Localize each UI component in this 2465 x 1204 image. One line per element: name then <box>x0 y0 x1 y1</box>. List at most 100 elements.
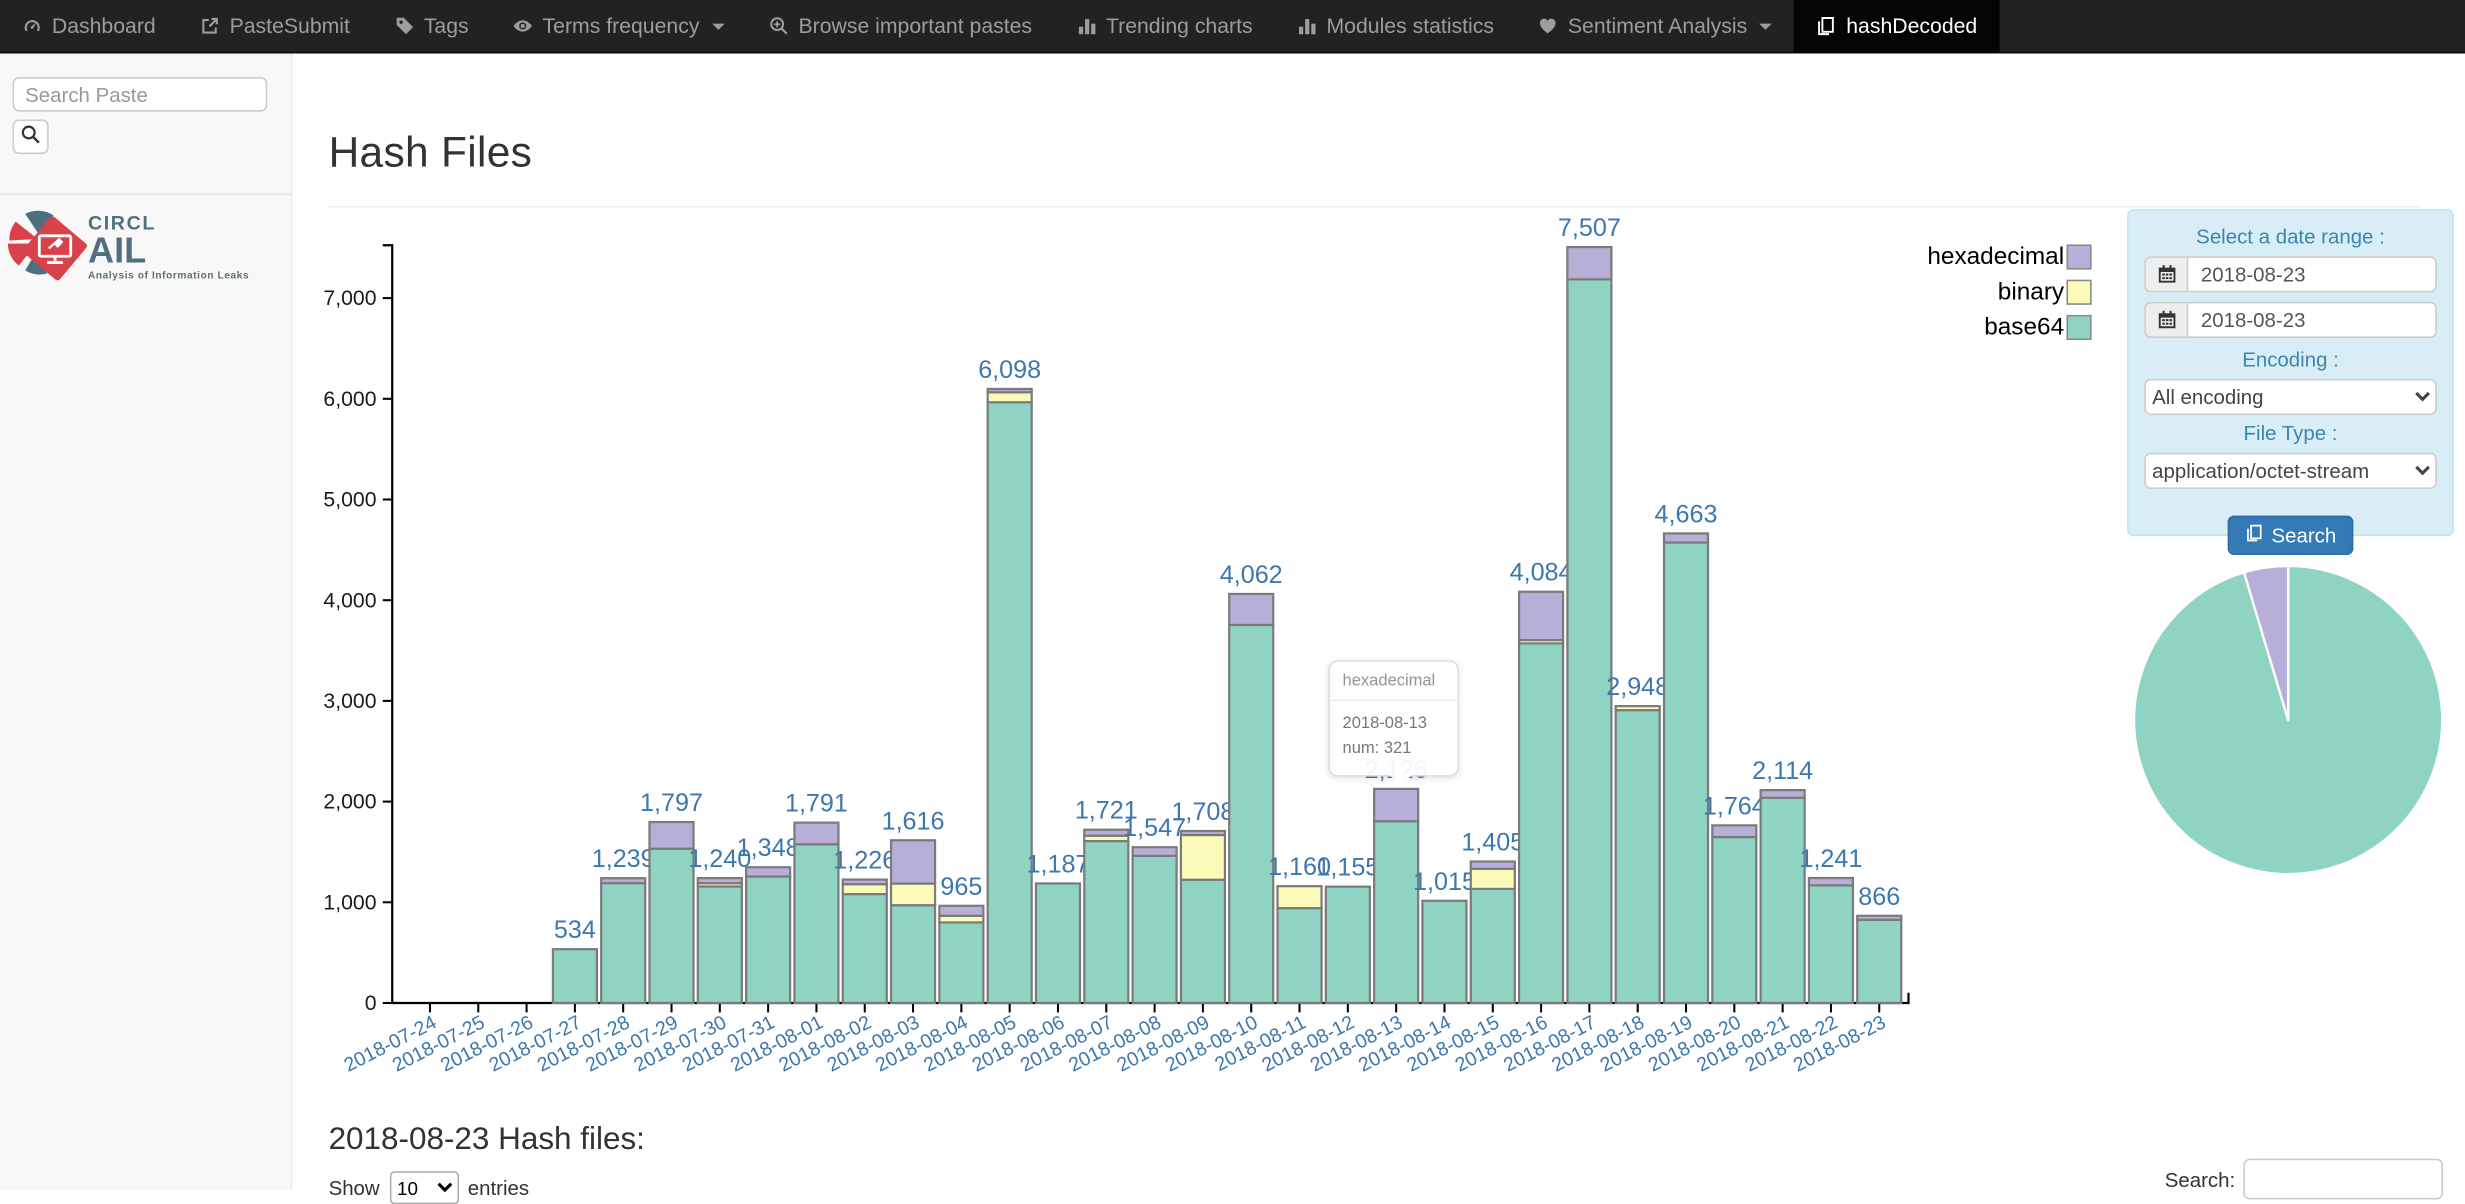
bar-segment-base64[interactable] <box>1229 625 1273 1003</box>
bar-segment-hexadecimal[interactable] <box>794 823 838 845</box>
bar-value-label: 1,616 <box>882 807 945 835</box>
bar-segment-hexadecimal[interactable] <box>1471 862 1515 869</box>
bar-segment-binary[interactable] <box>1181 835 1225 880</box>
bar-segment-base64[interactable] <box>988 402 1032 1003</box>
bar-segment-base64[interactable] <box>601 883 645 1003</box>
bar-segment-base64[interactable] <box>1133 856 1177 1003</box>
bar-segment-hexadecimal[interactable] <box>843 880 887 885</box>
bar-segment-base64[interactable] <box>1712 837 1756 1003</box>
pie-slice-hexadecimal[interactable] <box>2244 566 2288 720</box>
x-axis-date-label: 2018-08-18 <box>1548 1011 1648 1076</box>
bar-segment-hexadecimal[interactable] <box>1084 830 1128 836</box>
chart-tooltip: hexadecimal 2018-08-13 num: 321 <box>1328 660 1458 776</box>
nav-item-sentiment-analysis[interactable]: Sentiment Analysis <box>1516 0 1794 52</box>
bar-segment-base64[interactable] <box>1374 821 1418 1003</box>
bar-segment-hexadecimal[interactable] <box>1761 790 1805 798</box>
entries-label: entries <box>468 1176 529 1200</box>
nav-item-dashboard[interactable]: Dashboard <box>0 0 178 52</box>
bar-segment-hexadecimal[interactable] <box>1181 831 1225 835</box>
bar-segment-binary[interactable] <box>939 916 983 923</box>
bar-segment-binary[interactable] <box>1084 836 1128 841</box>
bar-segment-hexadecimal[interactable] <box>1567 247 1611 279</box>
bar-segment-hexadecimal[interactable] <box>939 906 983 916</box>
bar-segment-base64[interactable] <box>1519 643 1563 1003</box>
copy-icon <box>2245 523 2264 547</box>
bar-segment-base64[interactable] <box>939 922 983 1003</box>
bar-segment-binary[interactable] <box>988 392 1032 402</box>
bar-segment-base64[interactable] <box>1857 920 1901 1003</box>
bar-segment-base64[interactable] <box>843 894 887 1003</box>
bar-segment-base64[interactable] <box>1326 887 1370 1003</box>
y-axis-tick-label: 7,000 <box>323 287 376 310</box>
bar-segment-hexadecimal[interactable] <box>1519 592 1563 640</box>
x-axis-date-label: 2018-08-17 <box>1500 1011 1600 1076</box>
pie-slice-base64[interactable] <box>2134 566 2442 874</box>
x-axis-date-label: 2018-08-13 <box>1307 1011 1407 1076</box>
bar-segment-base64[interactable] <box>1278 908 1322 1003</box>
bar-segment-base64[interactable] <box>650 849 694 1003</box>
bar-chart-icon <box>1076 16 1096 36</box>
bar-segment-hexadecimal[interactable] <box>698 878 742 883</box>
search-paste-button[interactable] <box>13 119 49 154</box>
encoding-select[interactable]: All encoding <box>2144 379 2436 415</box>
nav-item-tags[interactable]: Tags <box>372 0 491 52</box>
bar-value-label: 2,114 <box>1752 757 1813 785</box>
bar-segment-binary[interactable] <box>843 884 887 894</box>
bar-segment-base64[interactable] <box>1181 880 1225 1003</box>
bar-segment-hexadecimal[interactable] <box>1712 825 1756 837</box>
bar-segment-binary[interactable] <box>1519 640 1563 643</box>
nav-item-browse-important-pastes[interactable]: Browse important pastes <box>747 0 1054 52</box>
bar-value-label: 1,791 <box>785 790 848 818</box>
nav-item-modules-statistics[interactable]: Modules statistics <box>1275 0 1516 52</box>
nav-item-trending-charts[interactable]: Trending charts <box>1054 0 1275 52</box>
x-axis-date-label: 2018-08-07 <box>1017 1011 1117 1076</box>
bar-segment-base64[interactable] <box>1809 885 1853 1003</box>
bar-segment-base64[interactable] <box>1471 889 1515 1003</box>
bar-segment-base64[interactable] <box>891 905 935 1003</box>
hash-search-button[interactable]: Search <box>2227 516 2353 555</box>
bar-segment-hexadecimal[interactable] <box>891 840 935 883</box>
nav-item-label: Modules statistics <box>1327 14 1494 38</box>
bar-segment-binary[interactable] <box>1278 886 1322 908</box>
bar-segment-binary[interactable] <box>1471 869 1515 889</box>
bar-segment-hexadecimal[interactable] <box>1133 847 1177 856</box>
bar-segment-base64[interactable] <box>1567 279 1611 1003</box>
legend-label-hexadecimal: hexadecimal <box>1927 243 2064 270</box>
bar-segment-base64[interactable] <box>1664 542 1708 1002</box>
bar-segment-hexadecimal[interactable] <box>1229 594 1273 625</box>
bar-segment-hexadecimal[interactable] <box>650 822 694 849</box>
bar-segment-base64[interactable] <box>698 886 742 1003</box>
bar-segment-hexadecimal[interactable] <box>988 389 1032 392</box>
x-axis-date-label: 2018-08-02 <box>775 1011 875 1076</box>
bar-segment-hexadecimal[interactable] <box>1809 878 1853 885</box>
nav-item-hashdecoded[interactable]: hashDecoded <box>1794 0 1999 52</box>
bar-segment-binary[interactable] <box>1616 706 1660 710</box>
bar-segment-hexadecimal[interactable] <box>1664 533 1708 542</box>
bar-segment-hexadecimal[interactable] <box>601 878 645 883</box>
bar-segment-base64[interactable] <box>1761 798 1805 1003</box>
nav-item-pastesubmit[interactable]: PasteSubmit <box>178 0 372 52</box>
bar-segment-hexadecimal[interactable] <box>746 867 790 876</box>
bar-segment-base64[interactable] <box>1084 841 1128 1003</box>
bar-segment-hexadecimal[interactable] <box>1857 916 1901 920</box>
x-axis-date-label: 2018-08-06 <box>969 1011 1069 1076</box>
date-to-input[interactable] <box>2187 302 2437 338</box>
bar-segment-binary[interactable] <box>698 883 742 886</box>
date-from-input[interactable] <box>2187 256 2437 292</box>
bar-segment-hexadecimal[interactable] <box>1374 789 1418 821</box>
table-search-input[interactable] <box>2243 1159 2443 1200</box>
page-length-select[interactable]: 10 <box>389 1171 458 1204</box>
bar-segment-base64[interactable] <box>1616 710 1660 1003</box>
filetype-select[interactable]: application/octet-stream <box>2144 453 2436 489</box>
hashdecoded-page: DashboardPasteSubmitTagsTerms frequencyB… <box>0 0 2465 1190</box>
search-paste-input[interactable] <box>13 77 268 112</box>
nav-item-terms-frequency[interactable]: Terms frequency <box>491 0 747 52</box>
legend-swatch-binary <box>2067 280 2091 304</box>
bar-segment-base64[interactable] <box>553 949 597 1003</box>
bar-segment-base64[interactable] <box>1036 883 1080 1003</box>
bar-segment-binary[interactable] <box>891 884 935 906</box>
bar-segment-base64[interactable] <box>746 877 790 1003</box>
x-axis-date-label: 2018-08-11 <box>1211 1011 1309 1076</box>
bar-segment-base64[interactable] <box>794 844 838 1003</box>
bar-segment-base64[interactable] <box>1422 901 1466 1003</box>
